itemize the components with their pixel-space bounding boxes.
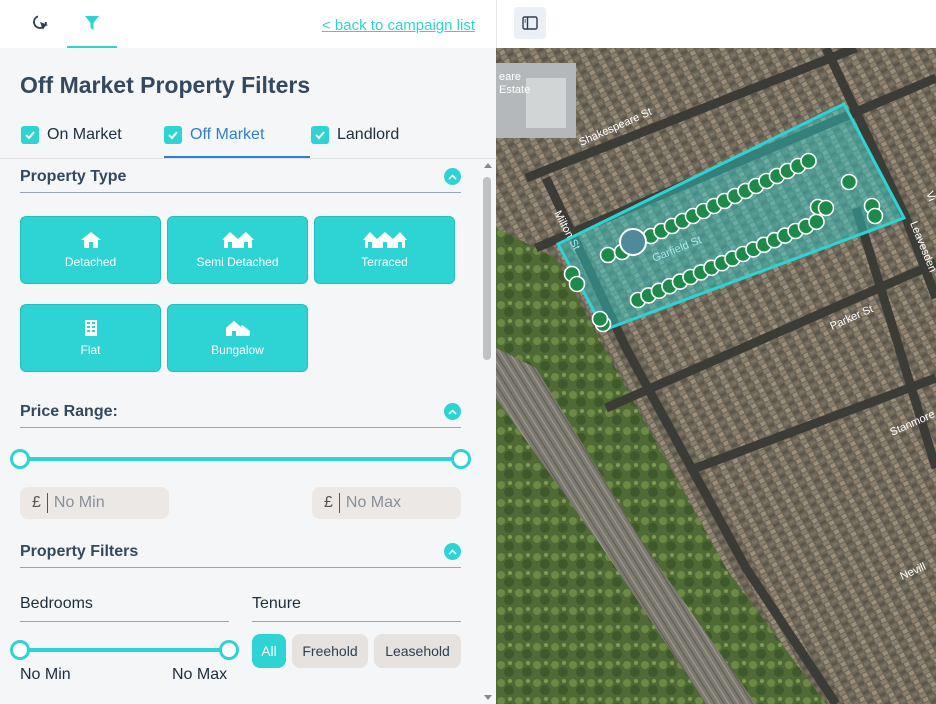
check-icon	[25, 131, 35, 140]
price-min-field[interactable]: £	[20, 487, 169, 519]
landlord-checkbox[interactable]	[311, 126, 329, 144]
chevron-up-icon	[448, 548, 457, 555]
panel-topbar: < back to campaign list	[0, 0, 496, 48]
tenure-all-button[interactable]: All	[252, 634, 286, 668]
bungalow-label: Bungalow	[211, 343, 264, 357]
panel-scrollbar[interactable]	[480, 159, 496, 704]
house-icon	[80, 232, 101, 248]
flat-label: Flat	[80, 343, 101, 357]
currency-symbol: £	[32, 494, 41, 511]
map-canvas[interactable]: Shakespeare St Garfield St Milton St Par…	[496, 48, 936, 704]
cluster-marker[interactable]	[619, 228, 647, 256]
price-range-header: Price Range:	[20, 394, 461, 428]
collapse-price-range-button[interactable]	[444, 403, 461, 420]
property-marker[interactable]	[817, 199, 835, 217]
bedrooms-heading: Bedrooms	[20, 595, 93, 612]
property-type-flat[interactable]: Flat	[20, 304, 161, 372]
warehouse-roof	[526, 78, 566, 128]
scroll-up-arrow[interactable]	[484, 163, 492, 168]
collapse-property-filters-button[interactable]	[444, 543, 461, 560]
filter-icon	[85, 16, 99, 30]
property-marker[interactable]	[568, 275, 586, 293]
filters-scroll-area[interactable]: Property Type Detached Semi Detached Ter…	[0, 159, 496, 704]
tab-off-market[interactable]: Off Market	[164, 120, 310, 158]
bungalow-icon	[225, 321, 250, 336]
price-min-input[interactable]	[53, 494, 154, 512]
property-marker[interactable]	[808, 213, 825, 231]
bedrooms-min-label: No Min	[20, 666, 71, 683]
estate-label-2: Estate	[499, 84, 530, 96]
property-type-terraced[interactable]: Terraced	[314, 216, 455, 284]
property-marker[interactable]	[866, 207, 884, 225]
currency-symbol: £	[324, 494, 333, 511]
tenure-heading: Tenure	[252, 595, 301, 612]
on-market-checkbox[interactable]	[21, 126, 39, 144]
price-range-heading: Price Range:	[20, 403, 118, 420]
cursor-click-icon	[33, 15, 48, 30]
landlord-label: Landlord	[337, 126, 400, 143]
property-marker[interactable]	[591, 310, 609, 328]
scroll-down-arrow[interactable]	[484, 695, 492, 700]
semi-detached-icon	[221, 232, 254, 248]
property-filters-heading: Property Filters	[20, 543, 139, 560]
off-market-label: Off Market	[190, 126, 265, 143]
price-max-field[interactable]: £	[312, 487, 461, 519]
property-type-detached[interactable]: Detached	[20, 216, 161, 284]
tenure-leasehold-button[interactable]: Leasehold	[374, 634, 461, 668]
collapse-property-type-button[interactable]	[444, 168, 461, 185]
bedrooms-slider-max-handle[interactable]	[219, 640, 239, 660]
on-market-label: On Market	[47, 126, 122, 143]
map-toolbar	[496, 0, 936, 48]
property-marker[interactable]	[599, 246, 617, 264]
page-title: Off Market Property Filters	[20, 72, 311, 98]
off-market-checkbox[interactable]	[164, 126, 182, 144]
property-marker[interactable]	[840, 173, 858, 191]
semi-detached-label: Semi Detached	[196, 255, 279, 269]
bedrooms-slider-track[interactable]	[20, 648, 229, 652]
property-type-bungalow[interactable]: Bungalow	[167, 304, 308, 372]
field-separator	[338, 493, 340, 513]
terraced-label: Terraced	[361, 255, 408, 269]
detached-label: Detached	[64, 255, 117, 269]
tab-select-tool[interactable]	[17, 0, 67, 48]
tenure-divider	[252, 621, 461, 622]
property-type-semi-detached[interactable]: Semi Detached	[167, 216, 308, 284]
sidebar-toggle-icon	[522, 16, 538, 30]
chevron-up-icon	[448, 173, 457, 180]
price-slider-min-handle[interactable]	[10, 449, 30, 469]
estate-label-1: eare	[499, 71, 521, 83]
property-type-header: Property Type	[20, 159, 461, 193]
field-separator	[46, 493, 48, 513]
tab-on-market[interactable]: On Market	[21, 120, 122, 158]
price-slider-track[interactable]	[20, 457, 461, 461]
property-filters-header: Property Filters	[20, 534, 461, 568]
tab-filters[interactable]	[67, 0, 117, 48]
property-marker[interactable]	[800, 152, 817, 170]
scrollbar-thumb[interactable]	[483, 177, 491, 360]
check-icon	[315, 131, 325, 140]
satellite-map[interactable]: Shakespeare St Garfield St Milton St Par…	[496, 48, 936, 704]
property-type-heading: Property Type	[20, 168, 127, 185]
tab-landlord[interactable]: Landlord	[311, 120, 399, 158]
bedrooms-slider-min-handle[interactable]	[10, 640, 30, 660]
price-slider-max-handle[interactable]	[451, 449, 471, 469]
filter-panel: < back to campaign list Off Market Prope…	[0, 0, 496, 704]
toggle-sidebar-button[interactable]	[514, 7, 546, 39]
flat-icon	[84, 320, 97, 336]
check-icon	[168, 131, 178, 140]
back-to-campaign-link[interactable]: < back to campaign list	[322, 17, 475, 34]
terraced-icon	[362, 232, 407, 248]
chevron-up-icon	[448, 408, 457, 415]
bedrooms-divider	[20, 621, 229, 622]
bedrooms-max-label: No Max	[172, 666, 228, 683]
price-max-input[interactable]	[345, 494, 446, 512]
tenure-freehold-button[interactable]: Freehold	[292, 634, 368, 668]
